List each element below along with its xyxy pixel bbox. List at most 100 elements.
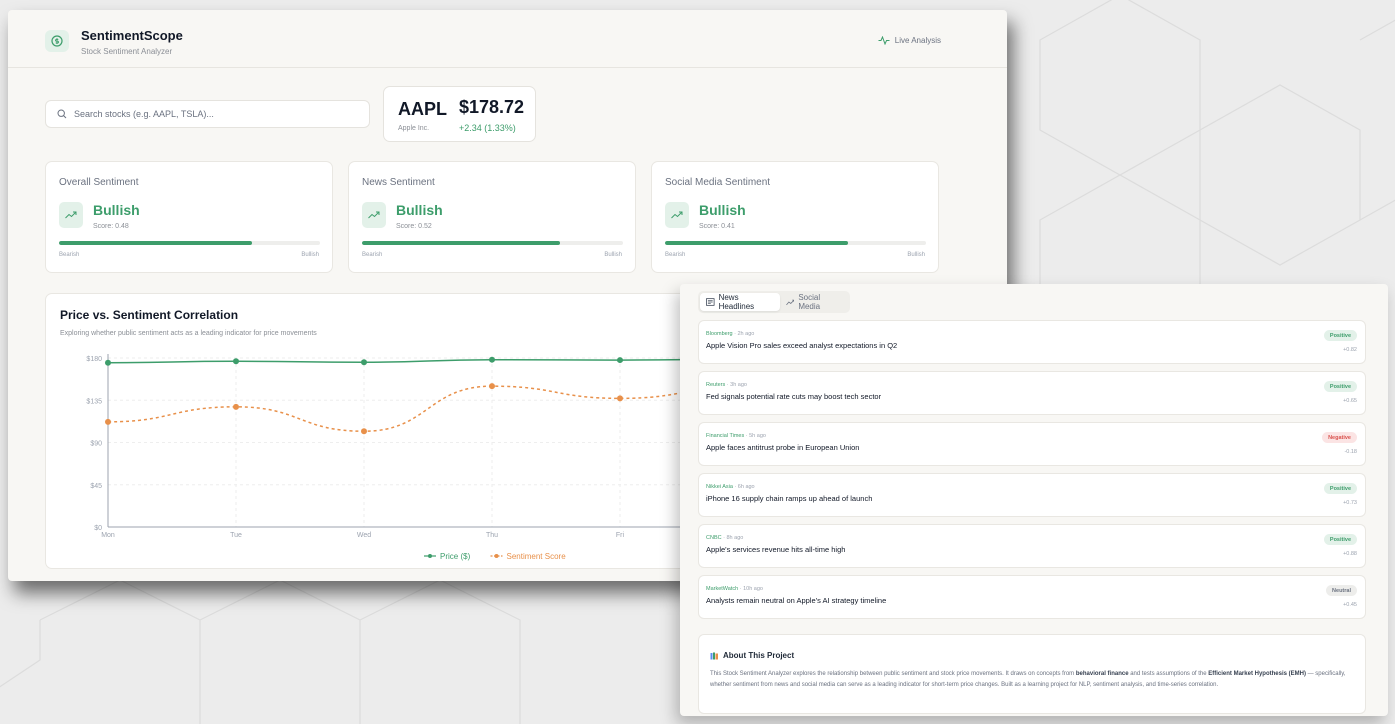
ticker-symbol: AAPL — [398, 99, 447, 119]
news-time: 8h ago — [726, 535, 744, 541]
data-point — [617, 357, 623, 364]
sentiment-bar-fill — [362, 241, 561, 245]
sentiment-badge: Positive — [1323, 330, 1357, 341]
news-meta: Financial Times · 5h ago — [706, 433, 766, 439]
news-score: +0.82 — [1343, 347, 1357, 353]
sentiment-score: Score: 0.52 — [396, 223, 432, 230]
app-header: SentimentScope Stock Sentiment Analyzer … — [8, 10, 1007, 68]
live-analysis-indicator[interactable]: Live Analysis — [878, 36, 941, 45]
sentiment-label: Bullish — [93, 202, 140, 218]
news-headline: Analysts remain neutral on Apple's AI st… — [706, 596, 887, 605]
x-tick-label: Thu — [486, 532, 498, 539]
news-item[interactable]: Financial Times · 5h ago Apple faces ant… — [698, 422, 1366, 466]
news-headline: Fed signals potential rate cuts may boos… — [706, 392, 882, 401]
news-item[interactable]: Reuters · 3h ago Fed signals potential r… — [698, 371, 1366, 415]
news-item[interactable]: MarketWatch · 10h ago Analysts remain ne… — [698, 575, 1366, 619]
news-meta: Bloomberg · 2h ago — [706, 331, 755, 337]
sentiment-label: Bullish — [699, 202, 746, 218]
x-tick-label: Fri — [616, 532, 625, 539]
news-source: Bloomberg — [706, 331, 733, 337]
trending-up-icon — [362, 202, 386, 228]
data-point — [105, 418, 111, 425]
news-score: +0.73 — [1343, 500, 1357, 506]
news-item[interactable]: Bloomberg · 2h ago Apple Vision Pro sale… — [698, 320, 1366, 364]
chart-subtitle: Exploring whether public sentiment acts … — [60, 330, 317, 337]
card-title: News Sentiment — [362, 177, 435, 188]
about-project-card: About This Project This Stock Sentiment … — [698, 634, 1366, 714]
y-tick-label: $0 — [94, 525, 102, 532]
trend-icon — [785, 299, 795, 305]
sentiment-bar-fill — [59, 241, 253, 245]
news-meta: Nikkei Asia · 6h ago — [706, 484, 755, 490]
about-title-text: About This Project — [723, 651, 795, 660]
news-headline: Apple's services revenue hits all-time h… — [706, 545, 846, 554]
search-icon — [57, 109, 67, 119]
newspaper-icon — [706, 298, 715, 306]
sentiment-badge: Positive — [1323, 381, 1357, 392]
series-line — [107, 358, 749, 364]
about-text-bold: Efficient Market Hypothesis (EMH) — [1208, 671, 1306, 677]
dollar-circle-icon — [51, 35, 63, 47]
search-bar[interactable] — [45, 100, 370, 128]
sentiment-score: Score: 0.48 — [93, 223, 129, 230]
live-analysis-label: Live Analysis — [894, 36, 941, 45]
news-headline: iPhone 16 supply chain ramps up ahead of… — [706, 494, 873, 503]
news-source: Nikkei Asia — [706, 484, 733, 490]
news-panel-window: News Headlines Social Media Bloomberg · … — [680, 284, 1388, 716]
trending-up-icon — [59, 202, 83, 228]
about-title: About This Project — [710, 651, 794, 660]
price-change: +2.34 (1.33%) — [459, 123, 516, 133]
news-meta: MarketWatch · 10h ago — [706, 586, 763, 592]
about-text-bold: behavioral finance — [1075, 671, 1129, 677]
y-tick-label: $90 — [90, 441, 102, 448]
app-title: SentimentScope — [81, 28, 183, 43]
tab-social-media[interactable]: Social Media — [780, 293, 848, 311]
news-tabs: News Headlines Social Media — [698, 291, 850, 313]
sentiment-label: Bullish — [396, 202, 443, 218]
bearish-label: Bearish — [362, 252, 383, 258]
sentiment-badge: Neutral — [1326, 585, 1357, 596]
news-time: 2h ago — [737, 331, 755, 337]
y-tick-label: $45 — [90, 483, 102, 490]
data-point — [233, 358, 239, 365]
bullish-label: Bullish — [301, 252, 319, 258]
sentiment-bar — [362, 241, 623, 245]
series-line — [107, 385, 749, 432]
about-text: This Stock Sentiment Analyzer explores t… — [710, 669, 1360, 691]
news-meta: CNBC · 8h ago — [706, 535, 744, 541]
news-source: MarketWatch — [706, 586, 739, 592]
y-tick-label: $180 — [86, 356, 102, 363]
chart-title: Price vs. Sentiment Correlation — [60, 308, 239, 322]
sentiment-badge: Negative — [1322, 432, 1357, 443]
news-source: Financial Times — [706, 433, 745, 439]
tab-label: Social Media — [798, 293, 821, 311]
x-tick-label: Mon — [101, 532, 115, 539]
legend-marker — [428, 554, 432, 558]
news-score: -0.18 — [1344, 449, 1357, 455]
card-title: Overall Sentiment — [59, 177, 139, 188]
news-item[interactable]: Nikkei Asia · 6h ago iPhone 16 supply ch… — [698, 473, 1366, 517]
news-list: Bloomberg · 2h ago Apple Vision Pro sale… — [698, 320, 1366, 626]
legend-marker — [494, 554, 499, 558]
data-point — [489, 356, 495, 363]
data-point — [489, 383, 495, 390]
about-text-part: This Stock Sentiment Analyzer explores t… — [710, 671, 1076, 677]
news-time: 3h ago — [730, 382, 747, 388]
search-input[interactable] — [74, 109, 354, 119]
sentiment-bar — [665, 241, 926, 245]
bearish-label: Bearish — [59, 252, 80, 258]
x-tick-label: Tue — [230, 532, 242, 539]
sentiment-bar-fill — [665, 241, 848, 245]
data-point — [617, 395, 623, 402]
bearish-label: Bearish — [665, 252, 686, 258]
news-headline: Apple faces antitrust probe in European … — [706, 443, 860, 452]
tab-news-headlines[interactable]: News Headlines — [700, 293, 780, 311]
news-source: Reuters — [706, 382, 726, 388]
news-item[interactable]: CNBC · 8h ago Apple's services revenue h… — [698, 524, 1366, 568]
news-meta: Reuters · 3h ago — [706, 382, 747, 388]
sentiment-badge: Positive — [1323, 534, 1357, 545]
news-time: 5h ago — [749, 433, 766, 439]
news-score: +0.65 — [1343, 398, 1357, 404]
data-point — [361, 428, 367, 435]
overall-sentiment-card: Overall Sentiment Bullish Score: 0.48 Be… — [45, 161, 333, 273]
